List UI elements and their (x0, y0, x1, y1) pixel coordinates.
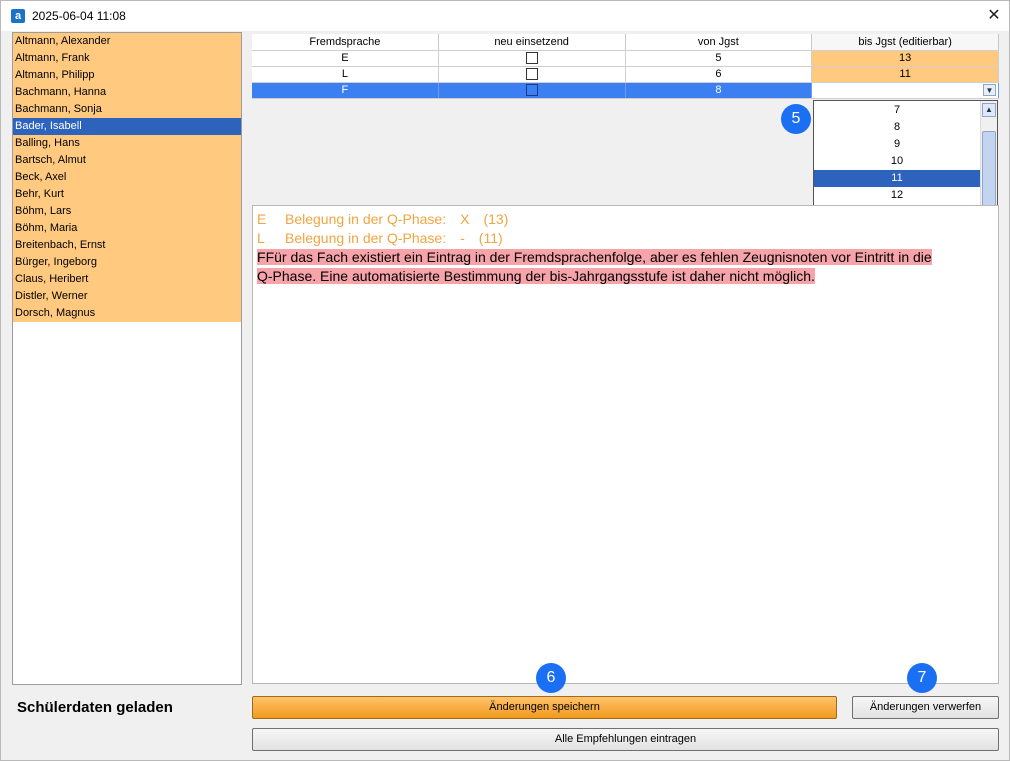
list-item[interactable]: Böhm, Maria (13, 220, 241, 237)
step-badge-7: 7 (907, 663, 937, 693)
note-error-line1: Für das Fach existiert ein Eintrag in de… (265, 249, 932, 265)
note-error-f: FFür das Fach existiert ein Eintrag in d… (257, 248, 994, 286)
cell-neu-einsetzend[interactable] (439, 83, 626, 98)
grid-header: Fremdsprache neu einsetzend von Jgst bis… (252, 34, 999, 51)
note-info-e: E Belegung in der Q-Phase: X (13) (257, 210, 994, 229)
title-bar: a 2025-06-04 11:08 ✕ (1, 1, 1009, 31)
cell-fremdsprache[interactable]: L (252, 67, 439, 82)
header-neu-einsetzend[interactable]: neu einsetzend (439, 34, 626, 50)
list-item[interactable]: Bachmann, Hanna (13, 84, 241, 101)
note-lang: L (257, 230, 265, 246)
discard-changes-button[interactable]: Änderungen verwerfen (852, 696, 999, 719)
note-lang: F (257, 249, 266, 265)
status-label: Schülerdaten geladen (17, 699, 173, 716)
list-item[interactable]: Beck, Axel (13, 169, 241, 186)
note-error-line2: Q-Phase. Eine automatisierte Bestimmung … (257, 268, 815, 284)
note-value: (13) (483, 211, 509, 227)
list-item-selected[interactable]: Bader, Isabell (13, 118, 241, 135)
close-button[interactable]: ✕ (979, 1, 1009, 31)
list-item[interactable]: Dorsch, Magnus (13, 305, 241, 322)
note-info-l: L Belegung in der Q-Phase: - (11) (257, 229, 994, 248)
dropdown-option[interactable]: 10 (814, 153, 980, 170)
header-bis-jgst[interactable]: bis Jgst (editierbar) (812, 34, 999, 50)
table-row-selected[interactable]: F 8 ▼ (252, 83, 999, 99)
list-item[interactable]: Distler, Werner (13, 288, 241, 305)
note-text: Belegung in der Q-Phase: (285, 230, 447, 246)
dropdown-option[interactable]: 11 (814, 170, 980, 187)
list-item[interactable]: Böhm, Lars (13, 203, 241, 220)
header-fremdsprache[interactable]: Fremdsprache (252, 34, 439, 50)
cell-von-jgst[interactable]: 8 (626, 83, 813, 98)
app-window: a 2025-06-04 11:08 ✕ Altmann, Alexander A… (0, 0, 1010, 761)
step-badge-5: 5 (781, 104, 811, 134)
cell-neu-einsetzend[interactable] (439, 67, 626, 82)
list-item[interactable]: Bachmann, Sonja (13, 101, 241, 118)
bis-jgst-combobox[interactable]: ▼ (812, 83, 999, 98)
cell-von-jgst[interactable]: 6 (626, 67, 813, 82)
list-item[interactable]: Behr, Kurt (13, 186, 241, 203)
dropdown-option[interactable]: 9 (814, 136, 980, 153)
list-item[interactable]: Bürger, Ingeborg (13, 254, 241, 271)
neu-einsetzend-checkbox[interactable] (525, 68, 538, 80)
list-item[interactable]: Bartsch, Almut (13, 152, 241, 169)
cell-von-jgst[interactable]: 5 (626, 51, 813, 66)
neu-einsetzend-checkbox[interactable] (525, 52, 538, 64)
list-item[interactable]: Altmann, Alexander (13, 33, 241, 50)
notes-panel: E Belegung in der Q-Phase: X (13) L Belegung… (252, 205, 999, 684)
cell-neu-einsetzend[interactable] (439, 51, 626, 66)
language-grid: Fremdsprache neu einsetzend von Jgst bis… (252, 34, 999, 101)
list-item[interactable]: Breitenbach, Ernst (13, 237, 241, 254)
cell-bis-jgst[interactable]: 13 (812, 51, 999, 66)
note-mark: X (460, 211, 470, 227)
list-item[interactable]: Balling, Hans (13, 135, 241, 152)
save-changes-button[interactable]: Änderungen speichern (252, 696, 837, 719)
dropdown-option[interactable]: 7 (814, 102, 980, 119)
neu-einsetzend-checkbox[interactable] (525, 84, 538, 96)
list-item[interactable]: Altmann, Frank (13, 50, 241, 67)
dropdown-option[interactable]: 8 (814, 119, 980, 136)
window-title: 2025-06-04 11:08 (32, 9, 126, 23)
note-lang: E (257, 211, 267, 227)
step-badge-6: 6 (536, 663, 566, 693)
dropdown-option[interactable]: 12 (814, 187, 980, 204)
app-icon: a (11, 9, 25, 23)
list-item[interactable]: Altmann, Philipp (13, 67, 241, 84)
apply-all-recommendations-button[interactable]: Alle Empfehlungen eintragen (252, 728, 999, 751)
table-row[interactable]: L 6 11 (252, 67, 999, 83)
table-row[interactable]: E 5 13 (252, 51, 999, 67)
list-item[interactable]: Claus, Heribert (13, 271, 241, 288)
header-von-jgst[interactable]: von Jgst (626, 34, 813, 50)
note-text: Belegung in der Q-Phase: (285, 211, 447, 227)
note-mark: - (460, 230, 465, 246)
cell-fremdsprache[interactable]: F (252, 83, 439, 98)
scroll-up-icon[interactable]: ▲ (982, 103, 996, 117)
chevron-down-icon[interactable]: ▼ (983, 84, 996, 96)
note-value: (11) (478, 230, 503, 246)
student-list[interactable]: Altmann, Alexander Altmann, Frank Altmann,… (12, 32, 242, 685)
cell-fremdsprache[interactable]: E (252, 51, 439, 66)
cell-bis-jgst[interactable]: 11 (812, 67, 999, 82)
